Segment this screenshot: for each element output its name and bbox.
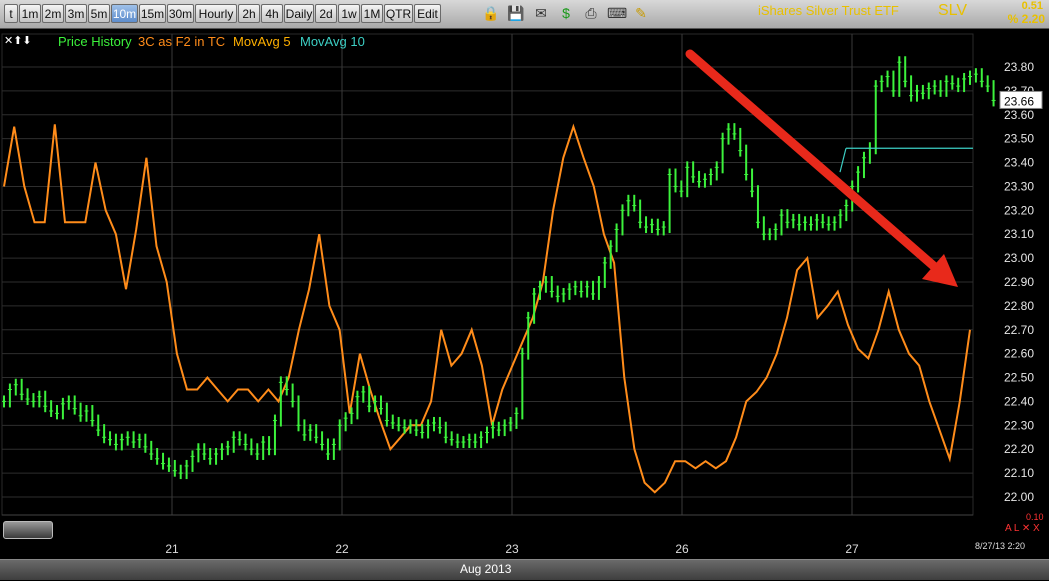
y-tick-label: 22.20 <box>1004 442 1034 456</box>
legend-indicator[interactable]: 3C as F2 in TC <box>138 34 225 49</box>
y-tick-label: 22.50 <box>1004 371 1034 385</box>
timeframe-1m-button[interactable]: 1M <box>361 4 383 23</box>
timeframe-5m-button[interactable]: 5m <box>88 4 110 23</box>
y-tick-label: 22.10 <box>1004 466 1034 480</box>
date-stamp: 8/27/13 2:20 <box>975 541 1026 551</box>
timeframe-10m-button[interactable]: 10m <box>111 4 138 23</box>
month-label: Aug 2013 <box>460 562 512 576</box>
scroll-handle[interactable] <box>3 521 53 539</box>
y-tick-label: 23.60 <box>1004 108 1034 122</box>
title-text: iShares Silver Trust ETF <box>758 3 899 18</box>
y-tick-label: 23.00 <box>1004 251 1034 265</box>
timeframe-30m-button[interactable]: 30m <box>167 4 194 23</box>
save-icon[interactable]: 💾 <box>507 4 525 23</box>
timeframe-1m-button[interactable]: 1m <box>19 4 41 23</box>
timeframe-1w-button[interactable]: 1w <box>338 4 360 23</box>
dollar-icon[interactable]: $ <box>557 4 575 23</box>
lower-pane-flags: A L ✕ X <box>1005 523 1040 534</box>
legend-price-history[interactable]: Price History <box>58 34 132 49</box>
timeframe-2d-button[interactable]: 2d <box>315 4 337 23</box>
timeframe-hourly-button[interactable]: Hourly <box>195 4 237 23</box>
change-value: 0.51 <box>1021 0 1043 12</box>
ticker-symbol: SLV <box>938 2 968 19</box>
lower-pane-value: 0.10 <box>1026 512 1044 522</box>
y-tick-label: 23.40 <box>1004 156 1034 170</box>
y-tick-label: 23.50 <box>1004 132 1034 146</box>
timeframe-2m-button[interactable]: 2m <box>42 4 64 23</box>
x-axis-bar: Aug 2013 <box>0 559 1049 580</box>
timeframe-2h-button[interactable]: 2h <box>238 4 260 23</box>
legend-arrows-icon[interactable]: ✕⬆⬇ <box>4 34 32 47</box>
timeframe-3m-button[interactable]: 3m <box>65 4 87 23</box>
y-tick-label: 22.30 <box>1004 418 1034 432</box>
timeframe-daily-button[interactable]: Daily <box>284 4 314 23</box>
y-tick-label: 23.80 <box>1004 60 1034 74</box>
y-tick-label: 22.70 <box>1004 323 1034 337</box>
y-tick-label: 23.30 <box>1004 179 1034 193</box>
last-price-label: 23.66 <box>1004 94 1034 108</box>
y-tick-label: 22.90 <box>1004 275 1034 289</box>
mail-icon[interactable]: ✉ <box>532 4 550 23</box>
timeframe-4h-button[interactable]: 4h <box>261 4 283 23</box>
price-chart[interactable]: 22.00 22.10 22.20 22.30 22.40 22.50 22.60 22.70… <box>0 29 1049 559</box>
y-tick-label: 23.20 <box>1004 203 1034 217</box>
y-tick-label: 22.40 <box>1004 394 1034 408</box>
y-tick-label: 22.60 <box>1004 347 1034 361</box>
y-tick-label: 22.80 <box>1004 299 1034 313</box>
legend-movavg-5[interactable]: MovAvg 5 <box>233 34 291 49</box>
print-icon[interactable]: ⎙ <box>582 4 600 23</box>
x-tick-label: 26 <box>675 542 689 556</box>
lock-icon[interactable]: 🔒 <box>482 4 500 23</box>
keyboard-icon[interactable]: ⌨ <box>607 4 627 23</box>
timeframe-qtr-button[interactable]: QTR <box>384 4 413 23</box>
x-tick-label: 23 <box>505 542 519 556</box>
legend-movavg-10[interactable]: MovAvg 10 <box>300 34 365 49</box>
x-tick-label: 22 <box>335 542 349 556</box>
change-percent: % 2.20 <box>1007 12 1045 26</box>
x-tick-label: 27 <box>845 542 859 556</box>
y-tick-label: 22.00 <box>1004 490 1034 504</box>
y-tick-label: 23.10 <box>1004 227 1034 241</box>
timeframe-15m-button[interactable]: 15m <box>139 4 166 23</box>
timeframe-t-button[interactable]: t <box>4 4 18 23</box>
pencil-icon[interactable]: ✎ <box>632 4 650 23</box>
x-tick-label: 21 <box>165 542 179 556</box>
timeframe-edit-button[interactable]: Edit <box>414 4 441 23</box>
